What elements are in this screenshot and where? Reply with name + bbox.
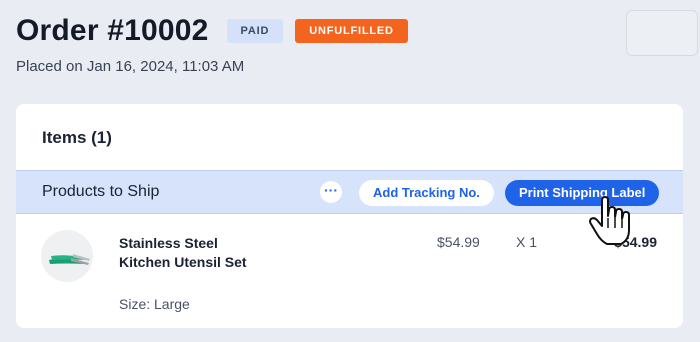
print-shipping-label-button[interactable]: Print Shipping Label <box>505 180 660 206</box>
placed-on-date: Placed on Jan 16, 2024, 11:03 AM <box>16 58 245 75</box>
more-dots-icon: ··· <box>324 182 338 198</box>
top-right-button[interactable] <box>626 10 698 56</box>
fulfillment-status-badge: UNFULFILLED <box>295 19 408 43</box>
page-title: Order #10002 <box>16 14 209 47</box>
title-row: Order #10002 PAID UNFULFILLED <box>16 14 408 48</box>
product-option: Size: Large <box>119 296 190 312</box>
order-header: Order #10002 PAID UNFULFILLED Placed on … <box>16 14 408 75</box>
product-thumbnail <box>41 230 93 282</box>
add-tracking-button[interactable]: Add Tracking No. <box>359 180 494 206</box>
more-actions-button[interactable]: ··· <box>320 181 342 203</box>
items-card-title: Items (1) <box>42 128 112 147</box>
products-to-ship-bar: Products to Ship ··· Add Tracking No. Pr… <box>16 170 683 214</box>
hand-pointer-icon <box>589 196 630 245</box>
payment-status-badge: PAID <box>226 19 284 43</box>
products-to-ship-label: Products to Ship <box>42 183 160 200</box>
product-price: $54.99 <box>437 234 480 250</box>
items-card: Items (1) Products to Ship ··· Add Track… <box>16 104 683 328</box>
kitchen-tongs-image <box>49 254 90 265</box>
product-name[interactable]: Stainless Steel Kitchen Utensil Set <box>119 234 249 272</box>
product-quantity: X 1 <box>516 234 538 250</box>
